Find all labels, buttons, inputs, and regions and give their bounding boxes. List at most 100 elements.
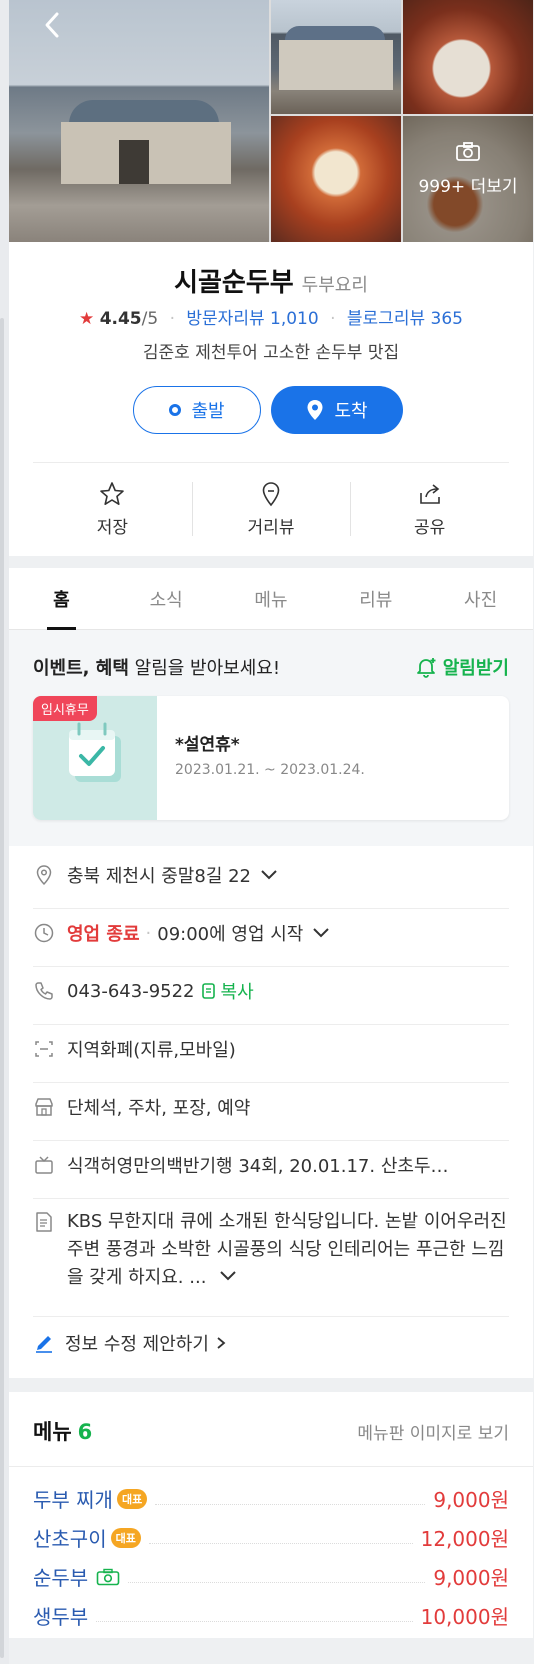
back-arrow-icon[interactable] [35, 8, 69, 42]
arrive-button[interactable]: 도착 [271, 386, 403, 434]
view-menu-board-link[interactable]: 메뉴판 이미지로 보기 [357, 1419, 509, 1444]
signature-badge: 대표 [110, 1527, 141, 1548]
leader-dots [128, 1582, 426, 1583]
chevron-down-icon [261, 870, 277, 880]
chevron-down-icon [313, 928, 330, 938]
photo-thumb-1[interactable] [271, 0, 401, 114]
pencil-icon [36, 1336, 52, 1353]
payment-text: 지역화폐(지류,모바일) [67, 1040, 236, 1061]
tab-bar: 홈 소식 메뉴 리뷰 사진 [9, 568, 533, 630]
depart-button[interactable]: 출발 [133, 386, 261, 434]
scroll-thumb[interactable] [0, 318, 4, 1658]
separator-dot: · [145, 922, 152, 944]
subscribe-alert-label: 알림받기 [442, 658, 509, 679]
description-body: KBS 무한지대 큐에 소개된 한식당입니다. 논밭 이어우러진 주변 풍경과 … [67, 1208, 509, 1292]
signature-badge: 대표 [116, 1488, 148, 1509]
rating-value: 4.45 [99, 309, 142, 329]
origin-dot-icon [169, 404, 182, 416]
suggest-edit-label: 정보 수정 제안하기 [65, 1334, 209, 1355]
store-icon [35, 1098, 53, 1116]
chevron-down-icon[interactable] [218, 1269, 238, 1283]
address-text: 충북 제천시 중말8길 22 [67, 866, 252, 887]
phone-icon [35, 982, 53, 1000]
tv-icon [35, 1156, 53, 1174]
photo-building [279, 40, 393, 90]
tab-news[interactable]: 소식 [114, 568, 219, 629]
notice-message: 알림을 받아보세요! [128, 658, 281, 679]
photo-thumb-3[interactable] [271, 116, 401, 242]
event-card[interactable]: 임시휴무 *설연휴* 2023.01.21. ~ 2023.01.24. [33, 696, 509, 820]
menu-item-price: 9,000원 [433, 1566, 509, 1590]
photo-more[interactable]: 999+ 더보기 [403, 116, 533, 242]
menu-item-price: 9,000원 [433, 1488, 509, 1512]
arrive-label: 도착 [334, 401, 368, 422]
tab-menu[interactable]: 메뉴 [219, 568, 324, 629]
address-row[interactable]: 충북 제천시 중말8길 22 [33, 862, 509, 888]
document-icon [36, 1212, 52, 1232]
camera-icon [96, 1568, 120, 1585]
place-title-row: 시골순두부 두부요리 [9, 262, 533, 299]
place-category: 두부요리 [301, 275, 368, 296]
phone-row[interactable]: 043-643-9522 복사 [33, 978, 509, 1004]
notice-bold: 이벤트, 혜택 [33, 658, 129, 679]
star-icon: ★ [79, 309, 95, 329]
scroll-track[interactable] [0, 0, 9, 1664]
divider [33, 908, 509, 909]
subscribe-alert-button[interactable]: 알림받기 [415, 654, 509, 680]
event-thumbnail: 임시휴무 [33, 696, 157, 820]
share-icon [419, 483, 440, 504]
copy-icon [201, 983, 215, 999]
location-pin-icon [36, 865, 52, 886]
phone-number: 043-643-9522 [67, 980, 195, 1002]
photo-thumb-2[interactable] [403, 0, 533, 114]
leader-dots [148, 1543, 413, 1544]
save-label: 저장 [96, 517, 128, 538]
action-bar: 저장 거리뷰 공유 [33, 462, 509, 556]
section-gap [9, 1378, 533, 1392]
divider [33, 1198, 509, 1199]
leader-dots [96, 1621, 413, 1622]
suggest-edit-link[interactable]: 정보 수정 제안하기 [33, 1330, 227, 1356]
tv-appearance-row[interactable]: 식객허영만의백반기행 34회, 20.01.17. 산초두… [33, 1152, 509, 1178]
menu-item-name: 두부 찌개 [33, 1488, 113, 1512]
tab-photos[interactable]: 사진 [428, 568, 533, 629]
hours-row[interactable]: 영업 종료 · 09:00에 영업 시작 [33, 920, 509, 946]
place-name: 시골순두부 [174, 268, 294, 298]
photo-door [119, 140, 149, 184]
section-gap [9, 556, 533, 568]
tab-reviews[interactable]: 리뷰 [323, 568, 428, 629]
menu-title: 메뉴 6 [33, 1416, 92, 1446]
menu-item[interactable]: 순두부 9,000원 [33, 1562, 509, 1591]
menu-count: 6 [77, 1420, 93, 1444]
notification-section: 이벤트, 혜택 알림을 받아보세요! 알림받기 임시휴무 *설연휴* 2023.… [9, 630, 533, 846]
menu-item[interactable]: 생두부 10,000원 [33, 1601, 509, 1630]
menu-item[interactable]: 두부 찌개 대표 9,000원 [33, 1484, 509, 1513]
separator-dot: · [169, 309, 175, 329]
separator-dot: · [330, 309, 336, 329]
place-description: 김준호 제천투어 고소한 손두부 맛집 [142, 343, 400, 363]
description-text: KBS 무한지대 큐에 소개된 한식당입니다. 논밭 이어우러진 주변 풍경과 … [67, 1211, 507, 1288]
copy-phone-button[interactable]: 복사 [201, 978, 254, 1004]
blog-review-link[interactable]: 블로그리뷰 365 [347, 309, 463, 329]
divider [33, 966, 509, 967]
visitor-review-link[interactable]: 방문자리뷰 1,010 [186, 309, 318, 329]
menu-item-name: 생두부 [33, 1605, 89, 1629]
event-title: *설연휴* [175, 735, 240, 755]
share-label: 공유 [414, 517, 446, 538]
tab-home[interactable]: 홈 [9, 568, 114, 630]
description-row[interactable]: KBS 무한지대 큐에 소개된 한식당입니다. 논밭 이어우러진 주변 풍경과 … [33, 1208, 509, 1292]
share-button[interactable]: 공유 [350, 462, 509, 556]
save-button[interactable]: 저장 [33, 462, 192, 556]
local-currency-icon [35, 1041, 53, 1057]
photo-gallery[interactable]: 999+ 더보기 [9, 0, 533, 242]
menu-item[interactable]: 산초구이 대표 12,000원 [33, 1523, 509, 1552]
clock-icon [34, 923, 54, 943]
street-view-button[interactable]: 거리뷰 [191, 462, 351, 556]
divider [9, 1466, 533, 1467]
divider [33, 1316, 509, 1317]
rating-max: /5 [141, 309, 159, 329]
event-date: 2023.01.21. ~ 2023.01.24. [175, 762, 365, 778]
rating-row: ★ 4.45/5 · 방문자리뷰 1,010 · 블로그리뷰 365 [9, 304, 533, 329]
divider [33, 1140, 509, 1141]
bell-plus-icon [416, 658, 436, 678]
